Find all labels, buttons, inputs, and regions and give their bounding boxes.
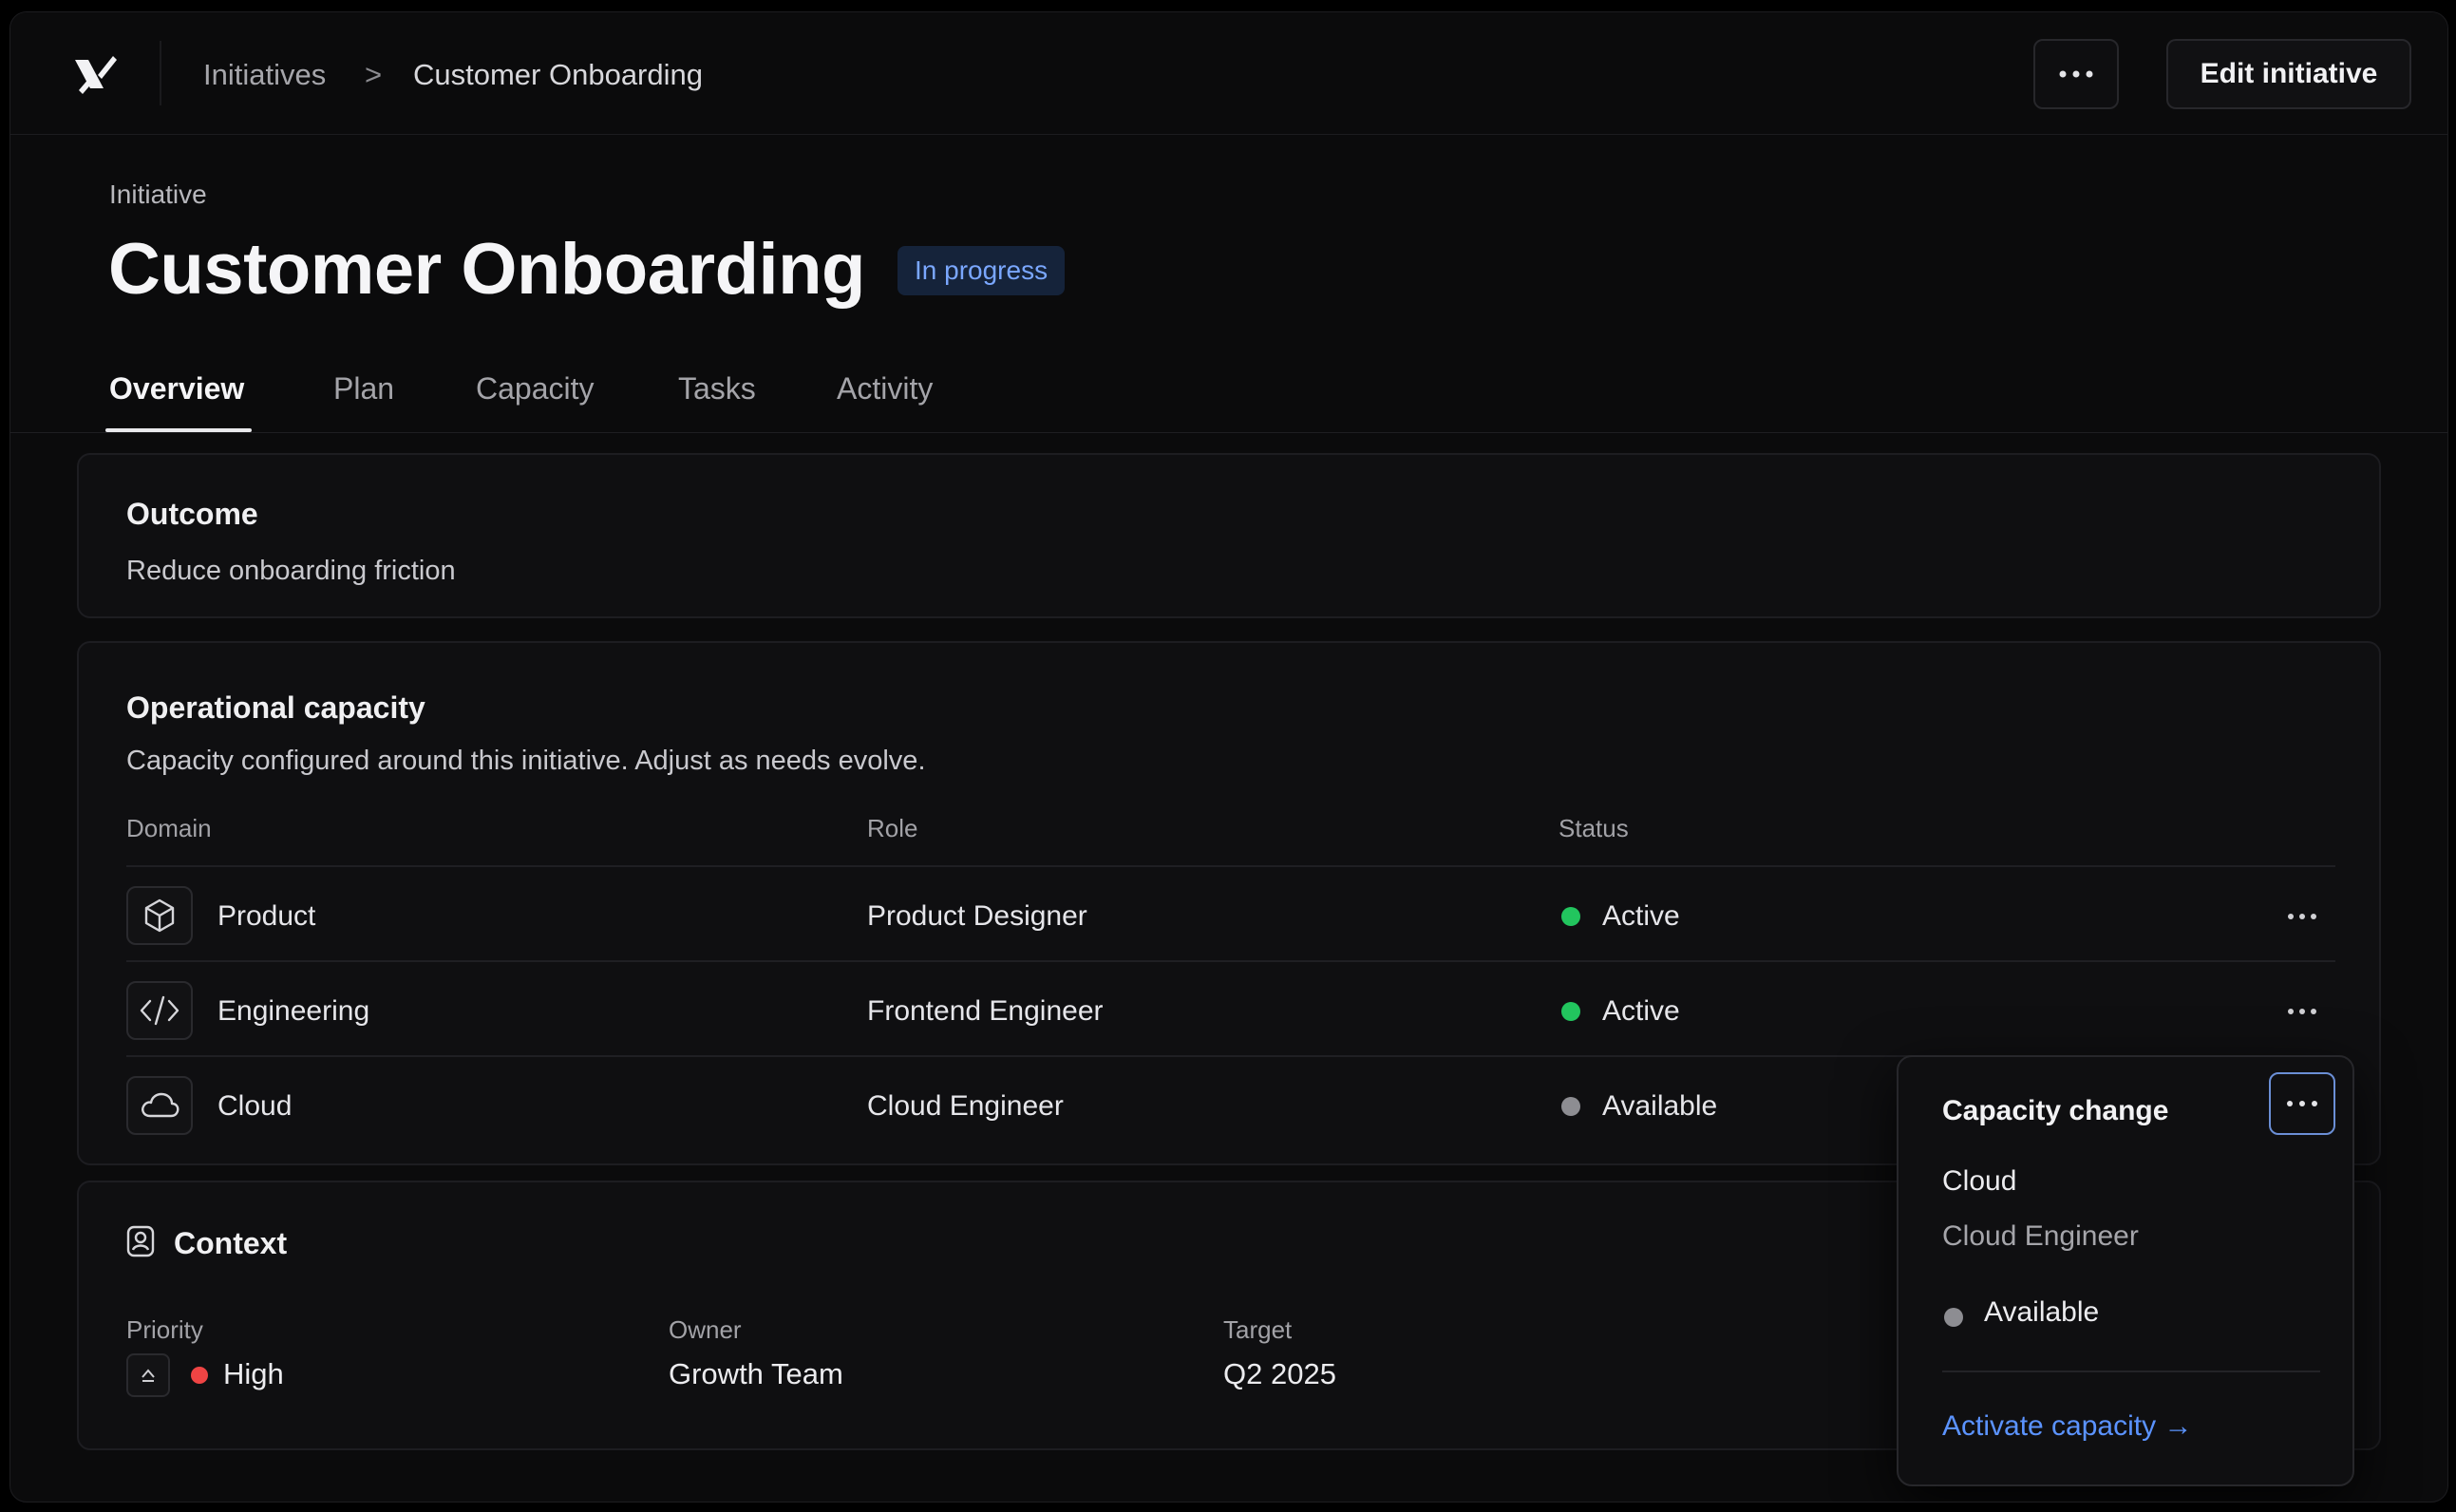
status-dot: [1944, 1308, 1963, 1327]
code-icon: [126, 981, 193, 1040]
divider: [160, 41, 161, 105]
column-header-domain: Domain: [126, 814, 212, 842]
column-header-role: Role: [867, 814, 918, 842]
tab-plan[interactable]: Plan: [333, 369, 394, 407]
popover-domain: Cloud: [1942, 1165, 2017, 1197]
outcome-card: Outcome Reduce onboarding friction: [77, 453, 2381, 618]
priority-chevron-icon[interactable]: [126, 1353, 170, 1397]
status-dot: [1561, 907, 1580, 926]
status-dot: [1561, 1097, 1580, 1116]
breadcrumb-current: Customer Onboarding: [413, 58, 703, 91]
status-label: Available: [1602, 1090, 1718, 1122]
owner-label: Owner: [669, 1315, 742, 1344]
context-icon: [126, 1225, 155, 1257]
app-window: Initiatives > Customer Onboarding Edit i…: [9, 11, 2448, 1503]
active-tab-indicator: [105, 428, 252, 432]
capacity-title: Operational capacity: [126, 690, 425, 725]
cube-icon: [126, 886, 193, 945]
page-title: Customer Onboarding: [108, 229, 865, 310]
status-dot: [1561, 1002, 1580, 1021]
tab-overview[interactable]: Overview: [109, 369, 244, 407]
activate-capacity-link[interactable]: Activate capacity →: [1942, 1410, 2192, 1443]
tab-bar: Overview Plan Capacity Tasks Activity: [10, 350, 2447, 433]
popover-status: Available: [1984, 1296, 2100, 1328]
popover-role: Cloud Engineer: [1942, 1220, 2139, 1252]
target-label: Target: [1223, 1315, 1293, 1344]
tab-activity[interactable]: Activity: [837, 369, 933, 407]
popover-divider: [1942, 1370, 2320, 1372]
cloud-icon: [126, 1076, 193, 1135]
popover-more-button[interactable]: [2269, 1072, 2335, 1135]
target-value: Q2 2025: [1223, 1357, 1336, 1390]
outcome-text: Reduce onboarding friction: [126, 556, 456, 586]
breadcrumb-initiatives[interactable]: Initiatives: [203, 58, 326, 92]
domain-label: Product: [217, 900, 316, 932]
more-icon: [2287, 1101, 2317, 1106]
role-label: Frontend Engineer: [867, 995, 1104, 1027]
row-divider: [126, 865, 2335, 867]
more-icon: [2059, 70, 2093, 78]
role-label: Product Designer: [867, 900, 1087, 932]
row-more-icon[interactable]: [2288, 1009, 2316, 1014]
row-divider: [126, 960, 2335, 962]
capacity-description: Capacity configured around this initiati…: [126, 746, 926, 776]
domain-label: Engineering: [217, 995, 370, 1027]
more-options-button[interactable]: [2033, 39, 2119, 109]
edit-initiative-button[interactable]: Edit initiative: [2166, 39, 2411, 109]
breadcrumb-separator: >: [365, 58, 383, 91]
status-badge: In progress: [897, 246, 1066, 295]
capacity-change-popover: Capacity change Cloud Cloud Engineer Ava…: [1897, 1055, 2354, 1486]
owner-value: Growth Team: [669, 1357, 843, 1390]
top-bar: Initiatives > Customer Onboarding Edit i…: [10, 12, 2447, 135]
app-logo-icon[interactable]: [69, 48, 121, 100]
column-header-status: Status: [1559, 814, 1629, 842]
context-title: Context: [174, 1226, 288, 1260]
priority-label: Priority: [126, 1315, 203, 1344]
priority-dot: [191, 1367, 208, 1384]
status-label: Active: [1602, 900, 1680, 932]
role-label: Cloud Engineer: [867, 1090, 1064, 1122]
domain-label: Cloud: [217, 1090, 293, 1122]
status-label: Active: [1602, 995, 1680, 1027]
page-eyebrow: Initiative: [109, 180, 207, 209]
popover-title: Capacity change: [1942, 1095, 2169, 1126]
tab-tasks[interactable]: Tasks: [678, 369, 756, 407]
row-more-icon[interactable]: [2288, 914, 2316, 919]
outcome-title: Outcome: [126, 497, 258, 531]
priority-value: High: [223, 1357, 284, 1390]
tab-capacity[interactable]: Capacity: [476, 369, 595, 407]
